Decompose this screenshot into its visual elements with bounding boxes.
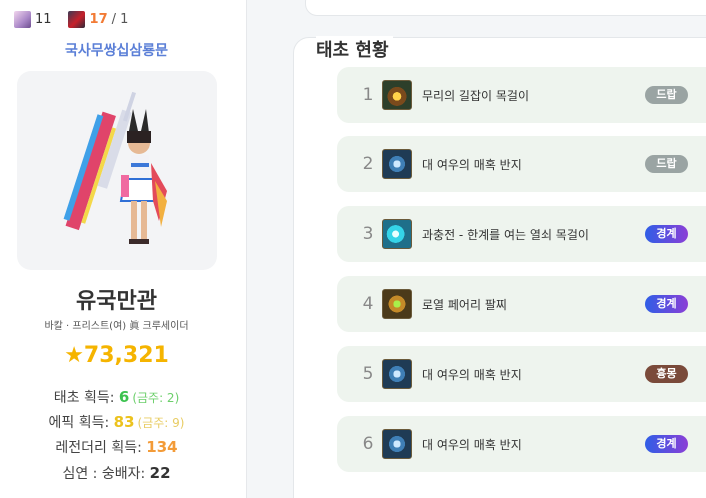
item-rank: 5: [362, 364, 374, 384]
item-rank: 3: [362, 224, 374, 244]
source-badge: 경계: [645, 435, 688, 453]
ring-icon: [382, 149, 412, 179]
item-rank: 1: [362, 85, 374, 105]
abyss-label: 심연 : 숭배자:: [62, 466, 150, 482]
epic-weekly: (금주: 9): [137, 416, 185, 430]
character-sprite-icon: [63, 91, 167, 244]
item-name: 과충전 - 한계를 여는 열쇠 목걸이: [422, 227, 589, 242]
source-badge: 경계: [645, 225, 688, 243]
list-item[interactable]: 5 대 여우의 매혹 반지 흉몽: [337, 346, 706, 402]
abyss-count: 심연 : 숭배자: 22: [0, 463, 233, 483]
character-icon: [14, 10, 31, 28]
item-name: 대 여우의 매혹 반지: [422, 437, 522, 452]
ring-icon: [382, 359, 412, 389]
emblem-icon: [67, 10, 85, 28]
emblem-count: 17: [89, 11, 108, 27]
ring-icon: [382, 429, 412, 459]
top-card: [305, 0, 706, 16]
list-item[interactable]: 4 로열 페어리 팔찌 경계: [337, 276, 706, 332]
emblem-total: / 1: [111, 11, 129, 27]
character-name: 유국만관: [76, 289, 157, 314]
legendary-count: 레전더리 획득: 134: [0, 437, 233, 457]
taecho-label: 태초 획득:: [53, 390, 119, 406]
epic-count: 에픽 획득: 83 (금주: 9): [0, 412, 233, 432]
character-icon-count: 11: [35, 11, 52, 27]
source-badge: 흉몽: [645, 365, 688, 383]
source-badge: 드랍: [645, 86, 688, 104]
character-server-class: 바칼 · 프리스트(여) 眞 크루세이더: [44, 321, 189, 332]
item-rank: 2: [362, 154, 374, 174]
source-badge: 드랍: [645, 155, 688, 173]
item-rank: 6: [362, 434, 374, 454]
source-badge: 경계: [645, 295, 688, 313]
epic-value: 83: [113, 413, 135, 431]
item-name: 대 여우의 매혹 반지: [422, 367, 522, 382]
list-item[interactable]: 6 대 여우의 매혹 반지 경계: [337, 416, 706, 472]
item-name: 로열 페어리 팔찌: [422, 297, 507, 312]
guild-name[interactable]: 국사무쌍십삼룡문: [0, 40, 233, 60]
fame-value: ★73,321: [64, 343, 169, 368]
top-stats: 11 17 / 1: [14, 9, 128, 29]
character-portrait: [17, 71, 217, 270]
item-name: 대 여우의 매혹 반지: [422, 157, 522, 172]
legendary-label: 레전더리 획득:: [55, 440, 147, 456]
taecho-value: 6: [118, 388, 130, 406]
taecho-weekly: (금주: 2): [132, 391, 180, 405]
item-rank: 4: [362, 294, 374, 314]
epic-label: 에픽 획득:: [48, 415, 114, 431]
bracelet-icon: [382, 289, 412, 319]
list-item[interactable]: 3 과충전 - 한계를 여는 열쇠 목걸이 경계: [337, 206, 706, 262]
item-name: 무리의 길잡이 목걸이: [422, 88, 529, 103]
legendary-value: 134: [146, 438, 178, 456]
list-item[interactable]: 1 무리의 길잡이 목걸이 드랍: [337, 67, 706, 123]
necklace-icon: [382, 80, 412, 110]
taecho-count: 태초 획득: 6 (금주: 2): [0, 387, 233, 407]
character-profile-card: 11 17 / 1 국사무쌍십삼룡문 유국만관 바칼 · 프리스트(여) 眞 크…: [0, 0, 247, 498]
necklace-icon: [382, 219, 412, 249]
abyss-value: 22: [149, 464, 171, 482]
list-item[interactable]: 2 대 여우의 매혹 반지 드랍: [337, 136, 706, 192]
panel-title: 태초 현황: [316, 36, 393, 62]
